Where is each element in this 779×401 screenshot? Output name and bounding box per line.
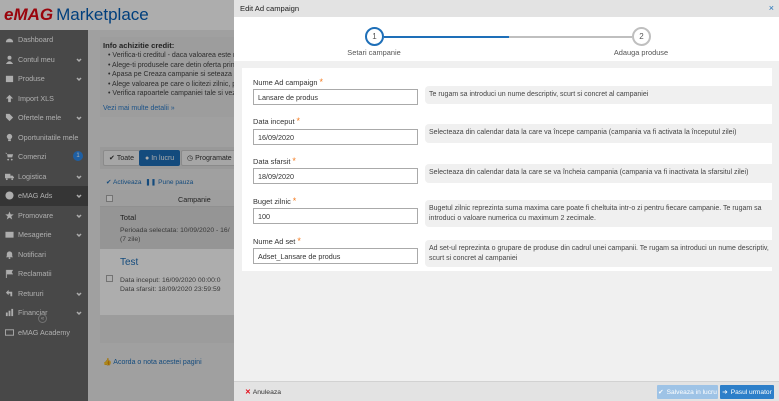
campaign-name-input[interactable]: [253, 89, 418, 105]
start-date-label: Data inceput *: [253, 116, 301, 126]
step-1-label: Setari campanie: [347, 48, 401, 57]
save-draft-button[interactable]: ✔ Salveaza in lucru: [657, 385, 718, 399]
modal-header: Edit Ad campaign ×: [234, 0, 779, 17]
ad-set-name-input[interactable]: [253, 248, 418, 264]
daily-budget-help: Bugetul zilnic reprezinta suma maxima ca…: [425, 200, 776, 227]
edit-campaign-modal: Edit Ad campaign × 1 Setari campanie 2 A…: [234, 0, 779, 401]
campaign-name-label: Nume Ad campaign *: [253, 77, 324, 87]
daily-budget-input[interactable]: [253, 208, 418, 224]
campaign-settings-form: Nume Ad campaign* Te rugam sa introduci …: [242, 68, 776, 271]
modal-footer: ✕ Anuleaza ✔ Salveaza in lucru ➔ Pasul urma…: [234, 381, 779, 401]
ad-set-name-label: Nume Ad set *: [253, 236, 301, 246]
start-date-input[interactable]: [253, 129, 418, 145]
start-date-help: Selecteaza din calendar data la care va …: [425, 124, 776, 143]
arrow-right-icon: ➔: [722, 389, 728, 396]
step-2-circle[interactable]: 2: [632, 27, 651, 46]
campaign-name-help: Te rugam sa introduci un nume descriptiv…: [425, 86, 776, 104]
close-icon[interactable]: ×: [769, 3, 774, 13]
check-icon: ✔: [658, 389, 664, 396]
stepper: 1 Setari campanie 2 Adauga produse: [234, 17, 779, 61]
step-1-circle[interactable]: 1: [365, 27, 384, 46]
daily-budget-label: Buget zilnic *: [253, 196, 297, 206]
modal-backdrop[interactable]: [0, 0, 234, 401]
step-2-label: Adauga produse: [613, 48, 669, 57]
cancel-button[interactable]: ✕ Anuleaza: [245, 388, 281, 396]
step-progress-line: [384, 36, 509, 38]
next-step-button[interactable]: ➔ Pasul urmator: [720, 385, 774, 399]
ad-set-name-help: Ad set-ul reprezinta o grupare de produs…: [425, 240, 776, 267]
step-remaining-line: [509, 36, 632, 38]
modal-title: Edit Ad campaign: [240, 4, 300, 13]
end-date-help: Selecteaza din calendar data la care se …: [425, 164, 776, 183]
close-icon: ✕: [245, 389, 251, 396]
end-date-input[interactable]: [253, 168, 418, 184]
end-date-label: Data sfarsit *: [253, 156, 296, 166]
